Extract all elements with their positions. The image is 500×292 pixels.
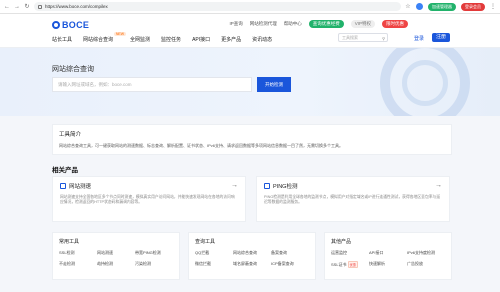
profile-avatar[interactable]	[416, 3, 423, 10]
tool-link[interactable]: 备案查询	[271, 250, 309, 256]
speedtest-icon	[60, 183, 66, 189]
register-button[interactable]: 注册	[432, 33, 450, 42]
ping-icon	[264, 183, 270, 189]
menu-item-more-products[interactable]: 更多产品	[221, 36, 241, 43]
hot-tag: 优惠	[347, 261, 358, 268]
browser-toolbar: ← → ↻ https://www.boce.com/compilex ☆ 加速…	[0, 0, 500, 14]
vip-pill[interactable]: VIP特权	[350, 20, 375, 28]
top-link-ip[interactable]: IP查询	[229, 21, 242, 27]
hero-banner: 网站综合查询 请输入网址或域名，例如：boce.com 开始检测	[0, 48, 500, 116]
arrow-right-icon[interactable]: →	[435, 182, 442, 189]
hero-decoration-inner	[402, 60, 448, 106]
tool-link[interactable]: SSL检测	[59, 250, 97, 256]
tool-link[interactable]: QQ拦截	[195, 250, 233, 256]
reload-icon[interactable]: ↻	[24, 4, 30, 10]
tool-card-other: 其他产品 运营监控 API接口 IPv6支持度检测 SSL证书 优惠 快速解析 广…	[324, 232, 452, 280]
promo-red-pill[interactable]: 限时优惠	[382, 20, 408, 28]
tool-link[interactable]: 域名屏蔽查询	[233, 261, 271, 267]
login-link[interactable]: 登录	[414, 35, 424, 42]
lock-icon	[38, 4, 42, 9]
site-logo[interactable]: BOCE	[52, 20, 89, 30]
intro-text: 网站综合查询工具，可一键获取网站的测速数据、标志查询、解析配置、证书状态、IPv…	[59, 143, 344, 148]
intro-title: 工具简介	[59, 132, 82, 138]
forward-icon[interactable]: →	[14, 4, 20, 10]
menu-item-news[interactable]: 资讯动态	[252, 36, 272, 43]
product-card-ping[interactable]: PING检测 → PING检测是利用全球各地的监测节点，模拟用户对指定域名或IP…	[256, 176, 450, 222]
tool-link[interactable]: 网站综合查询	[233, 250, 271, 256]
search-icon[interactable]: ⚲	[382, 35, 385, 42]
logo-icon	[52, 21, 60, 29]
related-products-title: 相关产品	[52, 167, 78, 174]
url-input[interactable]: 请输入网址或域名，例如：boce.com	[52, 77, 252, 92]
product-card-speedtest[interactable]: 网站测速 → 网站测速支持全国各地区多个节点同时测速，模拟真实用户访问网站，并能…	[52, 176, 246, 222]
menu-dots-icon[interactable]: ⋮	[490, 4, 496, 10]
tool-link[interactable]: 运营监控	[331, 250, 369, 256]
tool-link[interactable]: ICP备案查询	[271, 261, 309, 267]
menu-item-monitor-tasks[interactable]: 监控任务	[161, 36, 181, 43]
tool-link[interactable]: SSL证书 优惠	[331, 261, 369, 268]
star-icon[interactable]: ☆	[405, 4, 411, 10]
top-links: IP查询 网站检测代理 帮助中心 查询优惠经费 VIP特权 限时优惠	[229, 20, 408, 28]
menu-item-tools[interactable]: 站长工具	[52, 36, 72, 43]
intro-card: 工具简介 网站综合查询工具，可一键获取网站的测速数据、标志查询、解析配置、证书状…	[52, 124, 452, 155]
tool-link[interactable]: 不走检测	[59, 261, 97, 267]
menu-item-network-monitor[interactable]: 全网监测	[130, 36, 150, 43]
tool-link[interactable]: 微信拦截	[195, 261, 233, 267]
arrow-right-icon[interactable]: →	[231, 182, 238, 189]
tool-link[interactable]: 快速解析	[369, 261, 407, 268]
back-icon[interactable]: ←	[4, 4, 10, 10]
extension-red-badge[interactable]: 登录会员	[461, 2, 485, 11]
promo-green-pill[interactable]: 查询优惠经费	[308, 20, 344, 28]
extension-green-badge[interactable]: 加速管理器	[428, 2, 456, 11]
top-link-help[interactable]: 帮助中心	[284, 21, 302, 27]
tool-link[interactable]: 劫持检测	[97, 261, 135, 267]
tool-card-query: 查询工具 QQ拦截 网站综合查询 备案查询 微信拦截 域名屏蔽查询 ICP备案查…	[188, 232, 316, 280]
tool-link[interactable]: 带宽PING检测	[135, 250, 173, 256]
start-check-button[interactable]: 开始检测	[257, 77, 291, 92]
new-badge: NEW	[113, 32, 127, 36]
tool-link[interactable]: IPv6支持度检测	[407, 250, 445, 256]
site-header: BOCE IP查询 网站检测代理 帮助中心 查询优惠经费 VIP特权 限时优惠 …	[0, 14, 500, 48]
tool-card-common: 常用工具 SSL检测 网站测速 带宽PING检测 不走检测 劫持检测 污染检测	[52, 232, 180, 280]
url-text: https://www.boce.com/compilex	[45, 4, 108, 9]
tool-link[interactable]: 网站测速	[97, 250, 135, 256]
main-menu: 站长工具 网站综合查询 NEW 全网监测 监控任务 API接口 更多产品 资讯动态	[52, 32, 272, 43]
tool-link[interactable]: API接口	[369, 250, 407, 256]
hero-title: 网站综合查询	[52, 66, 94, 73]
tool-link[interactable]: 污染检测	[135, 261, 173, 267]
top-link-proxy[interactable]: 网站检测代理	[250, 21, 277, 27]
tool-search-input[interactable]: 工具搜索 ⚲	[338, 33, 388, 42]
menu-item-api[interactable]: API接口	[192, 36, 210, 43]
menu-item-site-query[interactable]: 网站综合查询 NEW	[83, 32, 127, 43]
tool-link[interactable]: 广告投放	[407, 261, 445, 268]
address-bar[interactable]: https://www.boce.com/compilex	[34, 2, 401, 11]
